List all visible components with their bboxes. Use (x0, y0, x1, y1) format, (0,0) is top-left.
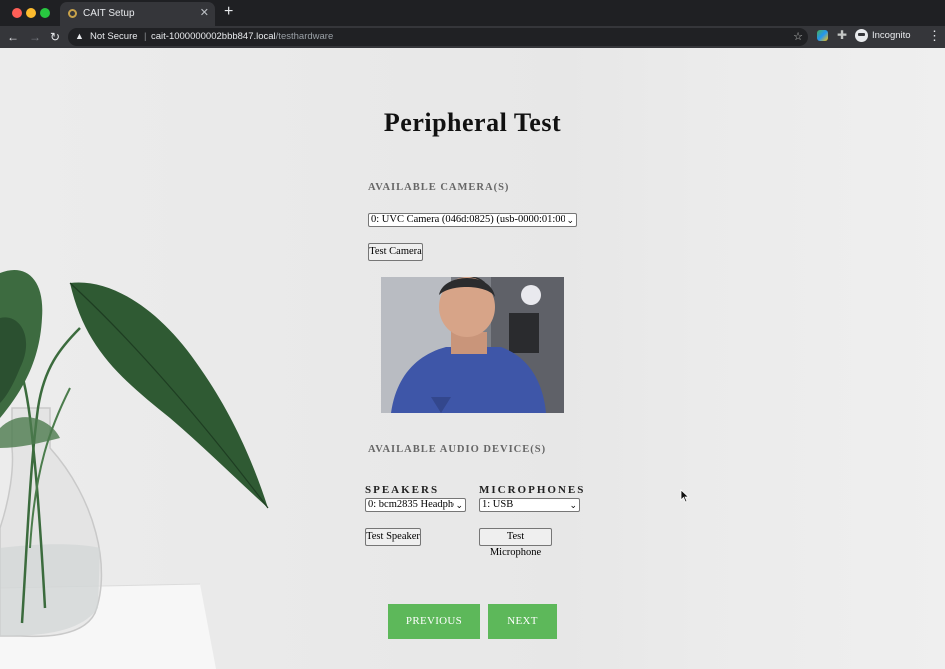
security-label: Not Secure (90, 31, 138, 42)
previous-button[interactable]: PREVIOUS (388, 604, 480, 639)
speaker-select[interactable]: 0: bcm2835 Headphones ⌄ (365, 498, 466, 512)
menu-icon[interactable]: ⋮ (928, 28, 941, 44)
maximize-window-button[interactable] (40, 8, 50, 18)
warning-icon: ▲ (75, 31, 84, 41)
minimize-window-button[interactable] (26, 8, 36, 18)
camera-select[interactable]: 0: UVC Camera (046d:0825) (usb-0000:01:0… (368, 213, 577, 227)
puzzle-icon[interactable]: ✚ (837, 28, 847, 42)
camera-section-label: AVAILABLE CAMERA(S) (368, 182, 510, 193)
url-text: cait-1000000002bbb847.local/testhardware (151, 31, 333, 42)
chevron-down-icon: ⌄ (565, 214, 574, 226)
address-bar[interactable]: ▲ Not Secure | cait-1000000002bbb847.loc… (68, 28, 808, 46)
next-button[interactable]: NEXT (488, 604, 557, 639)
speaker-select-value: 0: bcm2835 Headphones (368, 499, 455, 510)
camera-select-value: 0: UVC Camera (046d:0825) (usb-0000:01:0… (371, 214, 565, 225)
profile-button[interactable]: Incognito (855, 29, 911, 44)
chevron-down-icon: ⌄ (454, 499, 463, 511)
plant-decoration (0, 270, 269, 669)
url-host: cait-1000000002bbb847.local (151, 31, 276, 42)
reload-icon[interactable]: ↻ (50, 29, 60, 45)
close-window-button[interactable] (12, 8, 22, 18)
microphone-select-value: 1: USB (482, 499, 514, 510)
close-icon[interactable]: ✕ (200, 6, 209, 19)
microphone-select[interactable]: 1: USB ⌄ (479, 498, 580, 512)
favicon-icon (68, 9, 77, 18)
tab-title: CAIT Setup (83, 8, 135, 19)
profile-label: Incognito (872, 30, 911, 42)
incognito-icon (855, 29, 868, 42)
test-microphone-button[interactable]: Test Microphone (479, 528, 552, 558)
extension-icon[interactable] (817, 30, 828, 41)
test-camera-button[interactable]: Test Camera (368, 243, 423, 261)
page-title: Peripheral Test (383, 108, 562, 137)
audio-section-label: AVAILABLE AUDIO DEVICE(S) (368, 444, 547, 455)
camera-preview (381, 277, 564, 413)
mouse-cursor-icon (680, 489, 690, 503)
back-icon[interactable]: ← (7, 29, 19, 45)
browser-tab[interactable]: CAIT Setup ✕ (60, 2, 215, 26)
browser-toolbar: ← → ↻ ▲ Not Secure | cait-1000000002bbb8… (0, 26, 945, 48)
page-content: Peripheral Test AVAILABLE CAMERA(S) 0: U… (0, 48, 945, 669)
microphones-label: MICROPHONES (479, 484, 586, 496)
test-speaker-button[interactable]: Test Speaker (365, 528, 421, 546)
tab-strip: CAIT Setup ✕ + (0, 0, 945, 26)
forward-icon[interactable]: → (29, 29, 41, 45)
url-path: /testhardware (275, 31, 334, 42)
speakers-label: SPEAKERS (365, 484, 440, 496)
new-tab-icon[interactable]: + (224, 3, 233, 21)
separator: | (144, 31, 147, 42)
star-icon[interactable]: ☆ (793, 30, 803, 43)
chevron-down-icon: ⌄ (568, 499, 577, 511)
